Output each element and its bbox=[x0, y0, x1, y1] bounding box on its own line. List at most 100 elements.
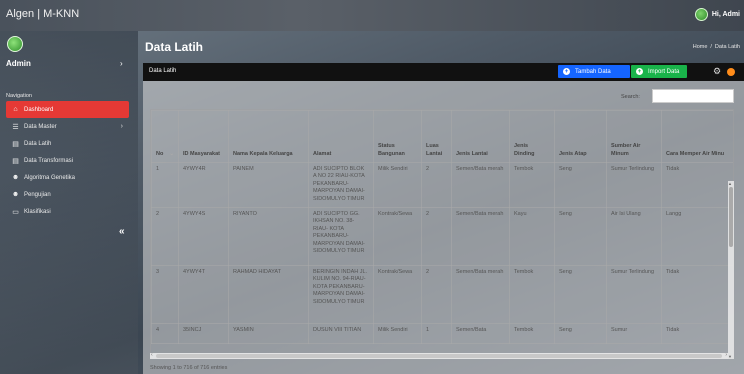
column-header-luas[interactable]: Luas Lantai bbox=[421, 110, 452, 163]
cell-status: Kontrak/Sewa bbox=[373, 207, 422, 266]
cell-lantai: Semen/Bata merah bbox=[451, 207, 510, 266]
cell-luas: 1 bbox=[421, 323, 452, 344]
cell-air: Air Isi Ulang bbox=[606, 207, 662, 266]
users-icon: ☻ bbox=[11, 191, 20, 198]
sidebar-user-name[interactable]: Admin bbox=[6, 59, 31, 68]
column-header-nama[interactable]: Nama Kepala Keluarga bbox=[228, 110, 309, 163]
card-title: Data Latih bbox=[149, 68, 177, 74]
sidebar-item-label: Algoritma Genetika bbox=[24, 174, 76, 181]
card-body: Search: No ⌄ ID Masyarakat Nama Kepala Ke… bbox=[143, 81, 744, 374]
cell-no: 1 bbox=[151, 162, 179, 208]
sidebar-item-klasifikasi[interactable]: ▭ Klasifikasi bbox=[6, 203, 129, 220]
data-table-container: No ⌄ ID Masyarakat Nama Kepala Keluarga A… bbox=[150, 109, 734, 359]
scroll-down-icon[interactable]: ▼ bbox=[728, 354, 732, 359]
cell-dinding: Tembok bbox=[509, 162, 555, 208]
sidebar-collapse-button[interactable]: « bbox=[119, 226, 125, 237]
page-title: Data Latih bbox=[145, 40, 204, 54]
scroll-up-icon[interactable]: ▲ bbox=[728, 181, 732, 186]
sidebar-item-label: Pengujian bbox=[24, 191, 51, 198]
cell-dinding: Tembok bbox=[509, 265, 555, 324]
import-data-button[interactable]: + Import Data bbox=[631, 65, 687, 78]
sidebar-item-pengujian[interactable]: ☻ Pengujian bbox=[6, 186, 129, 203]
data-table: No ⌄ ID Masyarakat Nama Kepala Keluarga A… bbox=[151, 110, 733, 344]
cell-luas: 2 bbox=[421, 207, 452, 266]
plus-icon: + bbox=[563, 68, 570, 75]
sidebar-nav: ⌂ Dashboard ☰ Data Master › ▤ Data Latih… bbox=[6, 101, 129, 220]
column-header-dinding[interactable]: Jenis Dinding bbox=[509, 110, 555, 163]
file-icon: ▤ bbox=[12, 140, 19, 148]
sidebar: Admin › Navigation ⌂ Dashboard ☰ Data Ma… bbox=[0, 31, 138, 374]
cell-id: 35INCJ bbox=[178, 323, 229, 344]
cell-cara: Tidak bbox=[661, 265, 733, 324]
table-header-row: No ⌄ ID Masyarakat Nama Kepala Keluarga A… bbox=[151, 110, 733, 163]
cell-id: 4YWY4R bbox=[178, 162, 229, 208]
sidebar-item-data-latih[interactable]: ▤ Data Latih bbox=[6, 135, 129, 152]
scroll-left-icon[interactable]: ‹ bbox=[151, 352, 153, 358]
user-menu[interactable]: Hi, Admi bbox=[694, 8, 740, 21]
cell-atap: Seng bbox=[554, 162, 607, 208]
sidebar-item-data-master[interactable]: ☰ Data Master › bbox=[6, 118, 129, 135]
cell-dinding: Kayu bbox=[509, 207, 555, 266]
home-icon: ⌂ bbox=[13, 106, 18, 113]
add-data-button[interactable]: + Tambah Data bbox=[558, 65, 630, 78]
sidebar-avatar bbox=[7, 36, 23, 52]
sidebar-item-data-transformasi[interactable]: ▤ Data Transformasi bbox=[6, 152, 129, 169]
cell-nama: YASMIN bbox=[228, 323, 309, 344]
breadcrumb-home[interactable]: Home bbox=[693, 44, 708, 50]
top-navbar: Algen | M-KNN Hi, Admi bbox=[0, 0, 744, 31]
table-row[interactable]: 1 4YWY4R PAINEM ADI SUCIPTO BLOK A NO 22… bbox=[151, 162, 733, 208]
sidebar-item-dashboard[interactable]: ⌂ Dashboard bbox=[6, 101, 129, 118]
column-header-no[interactable]: No ⌄ bbox=[151, 110, 179, 163]
cell-status: Milik Sendiri bbox=[373, 162, 422, 208]
app-title[interactable]: Algen | M-KNN bbox=[6, 8, 79, 20]
monitor-icon: ▭ bbox=[12, 208, 19, 216]
chevron-right-icon: › bbox=[120, 123, 123, 130]
breadcrumb-current: Data Latih bbox=[714, 44, 740, 50]
sidebar-item-label: Data Master bbox=[24, 123, 57, 130]
sort-icon: ⌄ bbox=[169, 150, 174, 157]
column-header-air[interactable]: Sumber Air Minum bbox=[606, 110, 662, 163]
table-row[interactable]: 2 4YWY4S RIYANTO ADI SUCIPTO GG. IKHSAN … bbox=[151, 207, 733, 266]
scrollbar-thumb[interactable] bbox=[156, 354, 722, 358]
cell-lantai: Semen/Bata merah bbox=[451, 162, 510, 208]
cell-nama: RAHMAD HIDAYAT bbox=[228, 265, 309, 324]
search-label: Search: bbox=[621, 94, 640, 100]
column-header-alamat[interactable]: Alamat bbox=[308, 110, 374, 163]
cell-nama: RIYANTO bbox=[228, 207, 309, 266]
cell-luas: 2 bbox=[421, 265, 452, 324]
search-input[interactable] bbox=[652, 89, 734, 103]
gear-icon[interactable]: ⚙ bbox=[713, 67, 722, 76]
sidebar-item-algoritma-genetika[interactable]: ☻ Algoritma Genetika bbox=[6, 169, 129, 186]
column-header-id[interactable]: ID Masyarakat bbox=[178, 110, 229, 163]
table-row[interactable]: 3 4YWY4T RAHMAD HIDAYAT BERINGIN INDAH J… bbox=[151, 265, 733, 324]
cell-atap: Seng bbox=[554, 323, 607, 344]
notification-dot-icon[interactable] bbox=[727, 68, 735, 76]
column-header-status[interactable]: Status Bangunan bbox=[373, 110, 422, 163]
cell-alamat: ADI SUCIPTO GG. IKHSAN NO. 38-RIAU- KOTA… bbox=[308, 207, 374, 266]
cell-id: 4YWY4S bbox=[178, 207, 229, 266]
table-row[interactable]: 4 35INCJ YASMIN DUSUN VIII TITIAN Milik … bbox=[151, 323, 733, 344]
cell-atap: Seng bbox=[554, 207, 607, 266]
users-icon: ☻ bbox=[11, 174, 20, 181]
cell-lantai: Semen/Bata bbox=[451, 323, 510, 344]
sidebar-item-label: Dashboard bbox=[24, 106, 54, 113]
cell-dinding: Tembok bbox=[509, 323, 555, 344]
user-greeting: Hi, Admi bbox=[711, 11, 740, 18]
column-header-lantai[interactable]: Jenis Lantai bbox=[451, 110, 510, 163]
scrollbar-thumb[interactable] bbox=[729, 187, 733, 247]
column-header-cara[interactable]: Cara Memper Air Minu bbox=[661, 110, 733, 163]
column-header-atap[interactable]: Jenis Atap bbox=[554, 110, 607, 163]
cell-lantai: Semen/Bata merah bbox=[451, 265, 510, 324]
vertical-scrollbar[interactable]: ▲ ▼ bbox=[728, 181, 734, 359]
import-data-label: Import Data bbox=[648, 68, 680, 75]
nav-heading: Navigation bbox=[6, 93, 32, 99]
cell-cara: Langg bbox=[661, 207, 733, 266]
cell-status: Milik Sendiri bbox=[373, 323, 422, 344]
file-icon: ▤ bbox=[12, 157, 19, 165]
horizontal-scrollbar[interactable]: ‹ › bbox=[150, 352, 728, 359]
scroll-right-icon[interactable]: › bbox=[725, 352, 727, 358]
cell-cara: Tidak bbox=[661, 323, 733, 344]
cell-id: 4YWY4T bbox=[178, 265, 229, 324]
chevron-right-icon[interactable]: › bbox=[120, 59, 123, 68]
cell-no: 4 bbox=[151, 323, 179, 344]
